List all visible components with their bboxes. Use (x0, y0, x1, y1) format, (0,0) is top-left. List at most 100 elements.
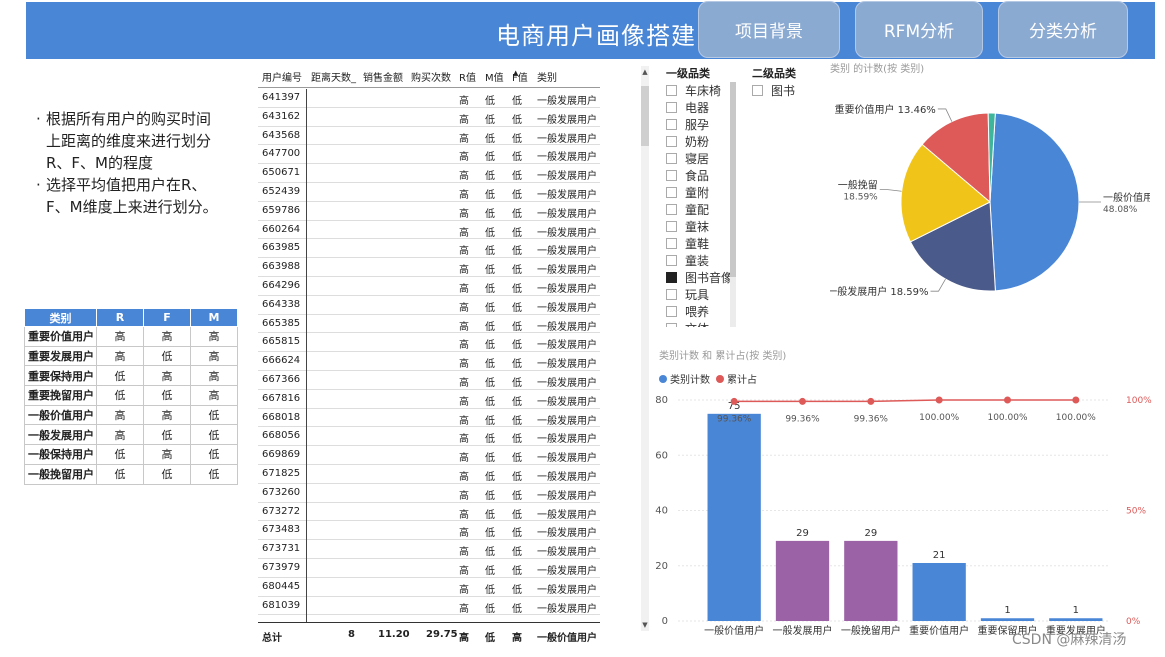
table-row[interactable]: 673272 高 低 低 一般发展用户 (258, 503, 600, 522)
pie-percent-label: 18.59% (843, 193, 878, 203)
table-row[interactable]: 673731 高 低 低 一般发展用户 (258, 540, 600, 559)
table-row[interactable]: 643568 高 低 低 一般发展用户 (258, 127, 600, 146)
user-detail-table: 用户编号 距离天数_ 销售金额 购买次数 R值 M值 F值 ▲ 类别 64139… (258, 63, 600, 645)
table-cell: 高 (459, 509, 469, 521)
checkbox-icon[interactable] (666, 255, 677, 266)
bar[interactable] (844, 540, 898, 621)
table-row[interactable]: 668056 高 低 低 一般发展用户 (258, 427, 600, 447)
checkbox-icon[interactable] (666, 323, 677, 327)
slicer-item[interactable]: 电器 (666, 99, 736, 116)
slicer-item[interactable]: 图书音像 (666, 269, 736, 286)
slicer-item[interactable]: 服孕 (666, 116, 736, 133)
checkbox-icon[interactable] (666, 85, 677, 96)
slicer-item[interactable]: 童装 (666, 252, 736, 269)
nav-button-background[interactable]: 项目背景 (698, 1, 840, 58)
slicer-item[interactable]: 车床椅 (666, 82, 736, 99)
slicer-item[interactable]: 童配 (666, 201, 736, 218)
table-row[interactable]: 652439 高 低 低 一般发展用户 (258, 183, 600, 202)
table-scroll-thumb[interactable] (641, 86, 649, 146)
table-row[interactable]: 671825 高 低 低 一般发展用户 (258, 465, 600, 484)
checkbox-icon[interactable] (666, 136, 677, 147)
table-cell: 高 (459, 171, 469, 183)
checkbox-icon[interactable] (666, 153, 677, 164)
table-row[interactable]: 667366 高 低 低 一般发展用户 (258, 371, 600, 390)
checkbox-icon[interactable] (666, 272, 677, 283)
nav-button-rfm[interactable]: RFM分析 (855, 1, 983, 58)
col-m[interactable]: M值 (485, 69, 504, 84)
cumulative-point[interactable] (799, 397, 806, 405)
checkbox-icon[interactable] (666, 289, 677, 300)
pie-chart[interactable]: 一般价值用户48.08% 一般发展用户 18.59% 一般挽留18.59% 重要价值用… (830, 70, 1150, 310)
checkbox-icon[interactable] (752, 85, 763, 96)
slicer-item[interactable]: 寝居 (666, 150, 736, 167)
table-row[interactable]: 669869 高 低 低 一般发展用户 (258, 446, 600, 465)
table-row[interactable]: 668018 高 低 低 一般发展用户 (258, 409, 600, 428)
col-category[interactable]: 类别 (537, 69, 557, 84)
col-user-id[interactable]: 用户编号 (262, 69, 302, 84)
rfm-level-cell: 高 (96, 424, 144, 446)
slicer-item[interactable]: 童鞋 (666, 235, 736, 252)
table-row[interactable]: 664338 高 低 低 一般发展用户 (258, 296, 600, 315)
bar[interactable] (775, 540, 830, 621)
table-row[interactable]: 667816 高 低 低 一般发展用户 (258, 390, 600, 409)
col-days[interactable]: 距离天数_ (311, 69, 356, 84)
slicer-item[interactable]: 奶粉 (666, 133, 736, 150)
table-row[interactable]: 673979 高 低 低 一般发展用户 (258, 559, 600, 578)
scroll-up-icon[interactable]: ▲ (641, 68, 649, 76)
col-r[interactable]: R值 (459, 69, 476, 84)
cumulative-point[interactable] (730, 397, 738, 405)
checkbox-icon[interactable] (666, 221, 677, 232)
cumulative-point[interactable] (935, 396, 943, 404)
bar[interactable] (1049, 618, 1103, 621)
slicer-level1[interactable]: 车床椅电器服孕奶粉寝居食品童附童配童袜童鞋童装图书音像玩具喂养文体 (666, 82, 736, 327)
table-row[interactable]: 659786 高 低 低 一般发展用户 (258, 202, 600, 221)
cumulative-point[interactable] (867, 397, 875, 405)
pie-slice[interactable] (989, 112, 1080, 292)
combo-chart[interactable]: 0204060800%50%100%75一般价值用户29一般发展用户29一般挽留… (640, 385, 1160, 645)
table-row[interactable]: 665815 高 低 低 一般发展用户 (258, 333, 600, 353)
checkbox-icon[interactable] (666, 102, 677, 113)
table-cell: 低 (512, 453, 522, 465)
nav-button-category[interactable]: 分类分析 (998, 1, 1128, 58)
table-row[interactable]: 673260 高 低 低 一般发展用户 (258, 484, 600, 503)
checkbox-icon[interactable] (666, 306, 677, 317)
table-row[interactable]: 681039 高 低 低 一般发展用户 (258, 597, 600, 616)
slicer-item[interactable]: 食品 (666, 167, 736, 184)
table-row[interactable]: 680445 高 低 低 一般发展用户 (258, 578, 600, 597)
bar[interactable] (707, 413, 761, 621)
table-cell: 低 (485, 453, 495, 465)
slicer-level2-item[interactable]: 图书 (752, 82, 795, 99)
slicer-item[interactable]: 文体 (666, 320, 736, 327)
checkbox-icon[interactable] (666, 238, 677, 249)
table-row[interactable]: 665385 高 低 低 一般发展用户 (258, 315, 600, 334)
slicer-item[interactable]: 童袜 (666, 218, 736, 235)
cumulative-point[interactable] (1072, 396, 1080, 404)
slicer-item[interactable]: 喂养 (666, 303, 736, 320)
sort-asc-icon[interactable]: ▲ (513, 69, 518, 77)
user-table-body[interactable]: 641397 高低低一般发展用户 643162 高低低一般发展用户 643568 高低低一… (258, 89, 600, 645)
table-row[interactable]: 673483 高 低 低 一般发展用户 (258, 521, 600, 541)
table-row[interactable]: 643162 高 低 低 一般发展用户 (258, 108, 600, 127)
bar[interactable] (980, 618, 1035, 621)
bar[interactable] (912, 562, 966, 621)
table-row[interactable]: 660264 高 低 低 一般发展用户 (258, 221, 600, 240)
table-row[interactable]: 663985 高 低 低 一般发展用户 (258, 239, 600, 259)
checkbox-icon[interactable] (666, 187, 677, 198)
checkbox-icon[interactable] (666, 204, 677, 215)
checkbox-icon[interactable] (666, 119, 677, 130)
table-row[interactable]: 650671 高 低 低 一般发展用户 (258, 164, 600, 183)
slicer-scrollbar[interactable] (730, 82, 736, 327)
column-divider (306, 89, 307, 645)
slicer-item[interactable]: 童附 (666, 184, 736, 201)
slicer-item[interactable]: 玩具 (666, 286, 736, 303)
table-row[interactable]: 664296 高 低 低 一般发展用户 (258, 277, 600, 296)
table-row[interactable]: 641397 高 低 低 一般发展用户 (258, 89, 600, 108)
slicer-scroll-thumb[interactable] (730, 82, 736, 277)
col-sales[interactable]: 销售金额 (363, 69, 403, 84)
table-row[interactable]: 663988 高 低 低 一般发展用户 (258, 258, 600, 277)
cumulative-point[interactable] (1004, 396, 1011, 404)
table-row[interactable]: 666624 高 低 低 一般发展用户 (258, 352, 600, 371)
table-row[interactable]: 647700 高 低 低 一般发展用户 (258, 145, 600, 165)
col-count[interactable]: 购买次数 (411, 69, 451, 84)
checkbox-icon[interactable] (666, 170, 677, 181)
